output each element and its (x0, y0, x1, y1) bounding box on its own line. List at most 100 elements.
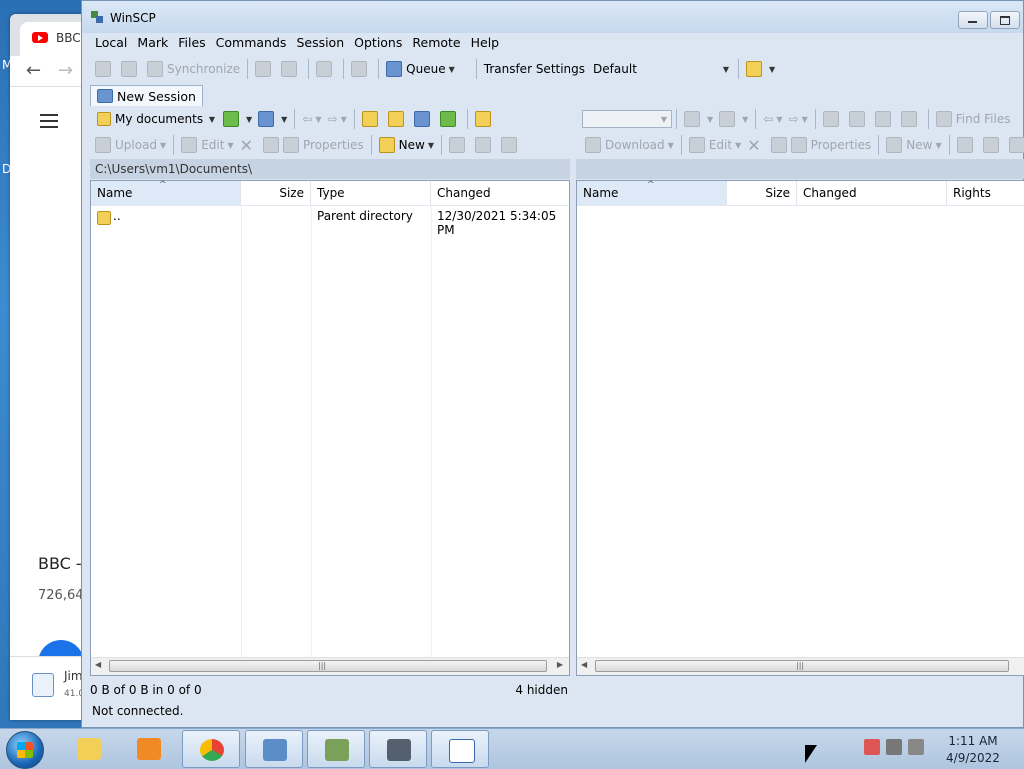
filter-button[interactable]: ▼ (255, 108, 290, 130)
preferences-button[interactable] (348, 58, 374, 80)
hamburger-menu-icon[interactable] (40, 110, 58, 132)
column-name[interactable]: ^ Name (577, 180, 727, 205)
scroll-left-icon[interactable]: ◀ (95, 660, 101, 669)
back-arrow-icon[interactable]: ← (26, 60, 41, 81)
start-button[interactable] (6, 731, 44, 769)
remote-home-button[interactable] (872, 108, 898, 130)
column-type[interactable]: Type (311, 181, 431, 205)
remote-forward-button[interactable]: ⇨ ▼ (786, 108, 811, 130)
taskbar-media-player[interactable] (120, 730, 178, 768)
download-button[interactable]: Download ▼ (582, 134, 677, 156)
menu-local[interactable]: Local (90, 33, 132, 53)
find-button[interactable] (313, 58, 339, 80)
remote-edit-button[interactable]: Edit ▼ (686, 134, 744, 156)
action-center-icon[interactable] (864, 739, 880, 755)
filter-icon (258, 111, 275, 127)
clock[interactable]: 1:11 AM 4/9/2022 (938, 733, 1008, 767)
remote-location-select[interactable]: ▼ (582, 110, 672, 128)
remote-filter-button[interactable]: ▼ (716, 108, 751, 130)
taskbar-chrome[interactable] (182, 730, 240, 768)
file-type: Parent directory (317, 209, 413, 223)
tab-new-session[interactable]: New Session (90, 85, 203, 106)
scroll-right-icon[interactable]: ▶ (557, 660, 563, 669)
menu-commands[interactable]: Commands (211, 33, 292, 53)
synchronize-button[interactable]: Synchronize (144, 58, 243, 80)
taskbar-control-panel[interactable] (245, 730, 303, 768)
select-filter-button[interactable] (498, 134, 524, 156)
taskbar-eyes[interactable] (431, 730, 489, 768)
taskbar-explorer[interactable] (60, 730, 118, 768)
menu-remote[interactable]: Remote (407, 33, 465, 53)
upload-button[interactable]: Upload ▼ (92, 134, 169, 156)
properties-button[interactable]: Properties (260, 134, 367, 156)
winscp-window: WinSCP Local Mark Files Commands Session… (81, 0, 1024, 728)
find-files-button[interactable]: Find Files (933, 108, 1014, 130)
edit-button[interactable]: Edit ▼ (178, 134, 236, 156)
refresh-button[interactable] (437, 108, 463, 130)
hidden-files-count[interactable]: 4 hidden (515, 683, 568, 697)
remote-file-panel[interactable]: ^ Name Size Changed Rights ◀ ||| (576, 180, 1024, 676)
network-icon[interactable] (886, 739, 902, 755)
menu-mark[interactable]: Mark (132, 33, 173, 53)
remote-select-all-button[interactable] (954, 134, 980, 156)
remote-unselect-button[interactable] (980, 134, 1006, 156)
compare-directories-button[interactable] (92, 58, 118, 80)
home-icon (874, 111, 891, 127)
select-all-button[interactable] (446, 134, 472, 156)
unselect-button[interactable] (472, 134, 498, 156)
transfer-settings-select[interactable]: Default ▼ (588, 60, 734, 78)
column-changed[interactable]: Changed (431, 181, 569, 205)
menu-session[interactable]: Session (291, 33, 349, 53)
menu-help[interactable]: Help (466, 33, 505, 53)
toolbar-separator (343, 59, 345, 79)
remote-root-directory-button[interactable] (846, 108, 872, 130)
putty-button[interactable] (278, 58, 304, 80)
remote-back-button[interactable]: ⇦ ▼ (760, 108, 785, 130)
home-directory-button[interactable] (411, 108, 437, 130)
table-row[interactable]: .. Parent directory 12/30/2021 5:34:05 P… (91, 206, 569, 237)
forward-button[interactable]: ⇨ ▼ (325, 108, 350, 130)
taskbar-puttygen[interactable] (369, 730, 427, 768)
new-session-dropdown-button[interactable]: ▼ (743, 58, 778, 80)
remote-new-button[interactable]: New ▼ (883, 134, 944, 156)
minimize-button[interactable] (958, 11, 988, 29)
connection-status: Not connected. (92, 704, 184, 718)
column-size[interactable]: Size (727, 181, 797, 205)
forward-arrow-icon[interactable]: → (58, 60, 73, 81)
scroll-left-icon[interactable]: ◀ (581, 660, 587, 669)
local-location-select[interactable]: My documents ▼ (92, 110, 220, 128)
console-button[interactable] (252, 58, 278, 80)
maximize-button[interactable] (990, 11, 1020, 29)
remote-select-filter-button[interactable] (1006, 134, 1024, 156)
remote-open-directory-button[interactable]: ▼ (681, 108, 716, 130)
root-directory-button[interactable] (385, 108, 411, 130)
parent-directory-button[interactable] (359, 108, 385, 130)
remote-path-bar[interactable] (576, 159, 1024, 179)
browser-tab-title: BBC (56, 31, 81, 45)
local-file-panel[interactable]: ^ Name Size Type Changed .. Parent direct… (90, 180, 570, 676)
taskbar-winscp[interactable] (307, 730, 365, 768)
delete-button[interactable]: ✕ (237, 134, 260, 156)
remote-refresh-button[interactable] (898, 108, 924, 130)
new-button[interactable]: New ▼ (376, 134, 437, 156)
column-rights[interactable]: Rights (947, 181, 1024, 205)
menu-files[interactable]: Files (173, 33, 210, 53)
column-changed[interactable]: Changed (797, 181, 947, 205)
remote-delete-button[interactable]: ✕ (744, 134, 767, 156)
scrollbar-thumb[interactable]: ||| (109, 660, 547, 672)
queue-button[interactable]: Queue ▼ (383, 58, 458, 80)
remote-parent-directory-button[interactable] (820, 108, 846, 130)
scrollbar-thumb[interactable]: ||| (595, 660, 1009, 672)
remote-properties-button[interactable]: Properties (768, 134, 875, 156)
keep-up-to-date-button[interactable] (118, 58, 144, 80)
local-horizontal-scrollbar[interactable]: ◀ ||| ▶ (91, 657, 569, 675)
tree-view-button[interactable] (472, 108, 498, 130)
title-bar[interactable]: WinSCP (82, 1, 1023, 33)
remote-horizontal-scrollbar[interactable]: ◀ ||| (577, 657, 1024, 675)
menu-options[interactable]: Options (349, 33, 407, 53)
column-name[interactable]: ^ Name (91, 180, 241, 205)
back-button[interactable]: ⇦ ▼ (299, 108, 324, 130)
open-directory-button[interactable]: ▼ (220, 108, 255, 130)
column-size[interactable]: Size (241, 181, 311, 205)
volume-icon[interactable] (908, 739, 924, 755)
